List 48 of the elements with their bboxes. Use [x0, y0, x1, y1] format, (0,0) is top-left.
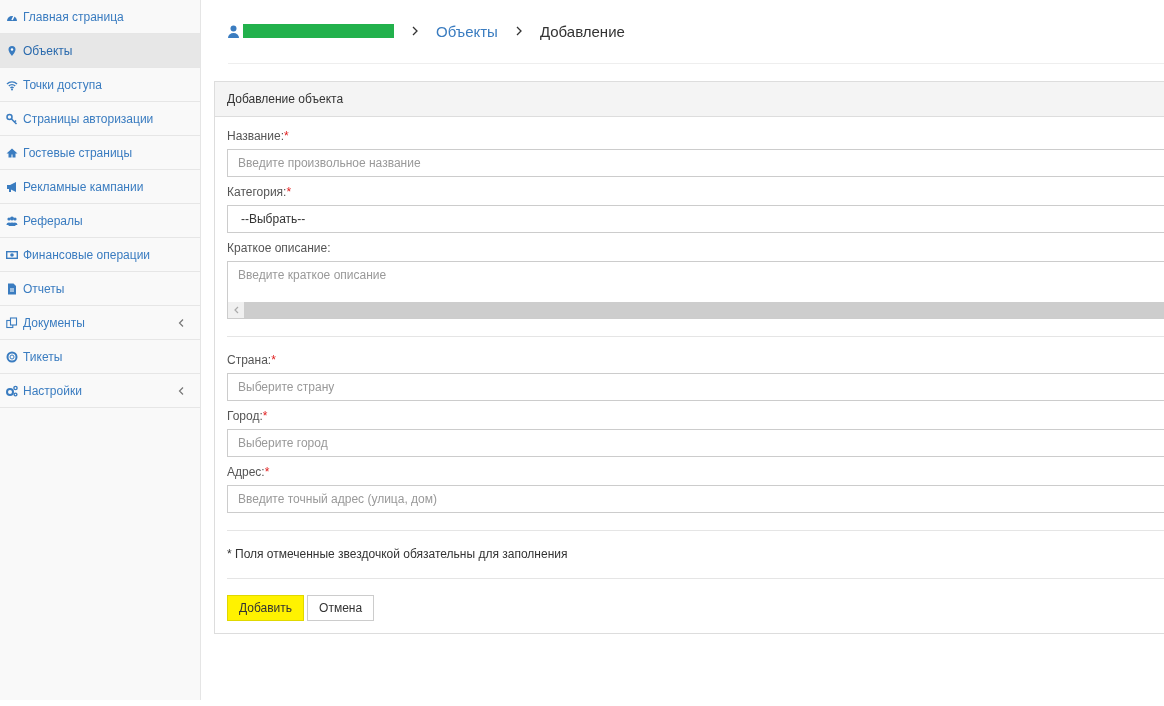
sidebar-item[interactable]: Гостевые страницы — [0, 136, 200, 170]
house-icon — [6, 146, 18, 159]
required-mark: * — [271, 353, 276, 367]
banknote-icon — [6, 248, 18, 261]
copy-icon — [6, 316, 18, 329]
panel-title: Добавление объекта — [227, 92, 344, 106]
gears-icon — [6, 384, 18, 397]
megaphone-icon — [6, 180, 18, 193]
sidebar-item[interactable]: Рефералы — [0, 204, 200, 238]
required-note: * Поля отмеченные звездочкой обязательны для заполнения — [227, 547, 569, 561]
input-field[interactable]: Выберите страну — [227, 373, 1164, 401]
field-label: Категория: — [227, 185, 287, 199]
sidebar-item[interactable]: Тикеты — [0, 340, 200, 374]
field-label: Краткое описание: — [227, 241, 332, 255]
document-icon — [6, 282, 18, 295]
cancel-button[interactable]: Отмена — [307, 595, 375, 621]
required-mark: * — [283, 129, 289, 143]
input-field[interactable]: Введите произвольное название — [227, 149, 1164, 177]
input-field[interactable]: Введите точный адрес (улица, дом) — [227, 485, 1164, 513]
required-mark: * — [262, 409, 268, 423]
chevron-right-icon — [412, 26, 418, 36]
map-pin-icon — [6, 44, 18, 57]
wifi-icon — [6, 78, 18, 91]
chevron-right-icon — [515, 26, 522, 36]
textarea-field[interactable]: Введите краткое описание — [227, 261, 1164, 319]
select-field[interactable]: --Выбрать-- — [227, 205, 1164, 233]
sidebar-item[interactable]: Отчеты — [0, 272, 200, 306]
sidebar-item[interactable]: Страницы авторизации — [0, 102, 200, 136]
lifebuoy-icon — [6, 350, 18, 363]
field-label: Адрес: — [227, 465, 265, 479]
sidebar-item[interactable]: Финансовые операции — [0, 238, 200, 272]
required-mark: * — [264, 465, 270, 479]
sidebar-item[interactable]: Точки доступа — [0, 68, 200, 102]
field-label: Название: — [227, 129, 284, 143]
field-label: Страна: — [227, 353, 272, 367]
field-label: Город: — [227, 409, 263, 423]
breadcrumb-link[interactable]: Объекты — [436, 22, 498, 40]
scroll-left-icon — [233, 306, 239, 314]
user-icon — [228, 24, 239, 38]
required-mark: * — [286, 185, 292, 199]
sidebar-item[interactable]: Документы — [0, 306, 200, 340]
sidebar-item[interactable]: Рекламные кампании — [0, 170, 200, 204]
input-field[interactable]: Выберите город — [227, 429, 1164, 457]
key-icon — [6, 112, 18, 125]
add-button[interactable]: Добавить — [227, 595, 305, 621]
sidebar-item[interactable]: Настройки — [0, 374, 200, 408]
sidebar-item[interactable]: Объекты — [0, 34, 200, 68]
breadcrumb-current: Добавление — [539, 22, 625, 40]
